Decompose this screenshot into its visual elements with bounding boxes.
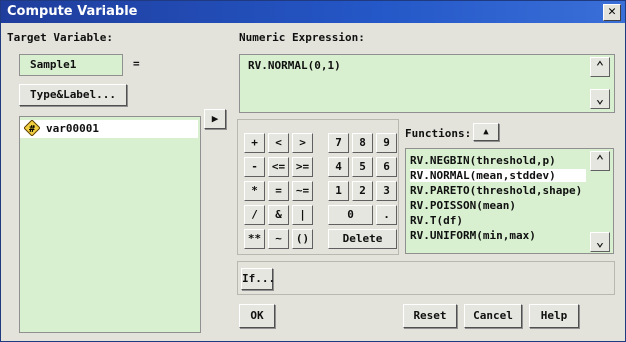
numeric-expression-label: Numeric Expression: — [239, 31, 365, 44]
functions-scroll-up-icon[interactable]: ⌃ — [590, 151, 610, 171]
function-list-item[interactable]: RV.PARETO(threshold,shape) — [410, 184, 582, 197]
ok-button[interactable]: OK — [239, 304, 275, 328]
if-button[interactable]: If... — [241, 268, 275, 290]
keypad-key[interactable]: > — [292, 133, 313, 153]
window-title: Compute Variable — [7, 4, 138, 19]
variable-list[interactable]: # var00001 — [19, 116, 201, 333]
keypad-key[interactable]: 4 — [328, 157, 349, 177]
close-button[interactable]: ✕ — [603, 4, 621, 21]
keypad-key[interactable]: = — [268, 181, 289, 201]
expression-scroll-down-icon[interactable]: ⌄ — [590, 89, 610, 109]
target-variable-label: Target Variable: — [7, 31, 113, 44]
keypad-key[interactable]: & — [268, 205, 289, 225]
variable-name: var00001 — [46, 122, 99, 135]
cancel-button[interactable]: Cancel — [464, 304, 522, 328]
keypad-key[interactable]: + — [244, 133, 265, 153]
numeric-expression-value: RV.NORMAL(0,1) — [248, 59, 341, 72]
reset-button[interactable]: Reset — [403, 304, 457, 328]
move-variable-button[interactable]: ▶ — [204, 109, 226, 129]
keypad-key[interactable]: 0 — [328, 205, 373, 225]
equals-sign: = — [133, 57, 140, 70]
functions-sort-button[interactable]: ▲ — [473, 123, 499, 141]
keypad-key[interactable]: >= — [292, 157, 313, 177]
function-list-item[interactable]: RV.NEGBIN(threshold,p) — [410, 154, 556, 167]
functions-scroll-down-icon[interactable]: ⌄ — [590, 232, 610, 252]
numeric-variable-icon: # — [23, 119, 41, 137]
keypad-panel: + < >7 8 9 - <= >= 4 5 6 * = ~= 1 2 3 /& | 0. ** ~() Delete — [237, 119, 399, 255]
target-variable-input[interactable]: Sample1 — [19, 54, 123, 76]
keypad-key[interactable]: | — [292, 205, 313, 225]
keypad-key[interactable]: () — [292, 229, 313, 249]
function-list-item[interactable]: RV.UNIFORM(min,max) — [410, 229, 536, 242]
keypad-key[interactable]: <= — [268, 157, 289, 177]
keypad-key[interactable]: 6 — [376, 157, 397, 177]
target-variable-value: Sample1 — [30, 58, 77, 71]
keypad-key[interactable]: . — [376, 205, 397, 225]
function-list-item[interactable]: RV.T(df) — [410, 214, 463, 227]
keypad-key[interactable]: 8 — [352, 133, 373, 153]
list-item[interactable]: # var00001 — [20, 119, 198, 138]
keypad-key[interactable]: 7 — [328, 133, 349, 153]
function-list-item[interactable]: RV.POISSON(mean) — [410, 199, 516, 212]
expression-scroll-up-icon[interactable]: ⌃ — [590, 57, 610, 77]
svg-text:#: # — [29, 124, 35, 135]
delete-key[interactable]: Delete — [328, 229, 397, 249]
keypad-key[interactable]: 5 — [352, 157, 373, 177]
keypad-key[interactable]: 9 — [376, 133, 397, 153]
if-panel — [237, 261, 615, 295]
type-label-button[interactable]: Type&Label... — [19, 84, 127, 106]
function-list-item[interactable]: RV.NORMAL(mean,stddev) — [410, 169, 586, 182]
keypad-key[interactable]: 1 — [328, 181, 349, 201]
keypad-key[interactable]: ~ — [268, 229, 289, 249]
keypad-key[interactable]: - — [244, 157, 265, 177]
functions-label: Functions: — [405, 127, 472, 140]
keypad-key[interactable]: / — [244, 205, 265, 225]
keypad-key[interactable]: 2 — [352, 181, 373, 201]
keypad-key[interactable]: * — [244, 181, 265, 201]
help-button[interactable]: Help — [529, 304, 579, 328]
functions-list[interactable]: ⌃ ⌄ RV.NEGBIN(threshold,p) RV.NORMAL(mean… — [405, 148, 614, 254]
title-bar: Compute Variable ✕ — [1, 1, 625, 23]
compute-variable-dialog: Compute Variable ✕ Target Variable: Samp… — [0, 0, 626, 342]
keypad-key[interactable]: < — [268, 133, 289, 153]
keypad-key[interactable]: ** — [244, 229, 265, 249]
keypad-key[interactable]: ~= — [292, 181, 313, 201]
keypad-key[interactable]: 3 — [376, 181, 397, 201]
numeric-expression-input[interactable]: RV.NORMAL(0,1) ⌃ ⌄ — [239, 54, 615, 113]
